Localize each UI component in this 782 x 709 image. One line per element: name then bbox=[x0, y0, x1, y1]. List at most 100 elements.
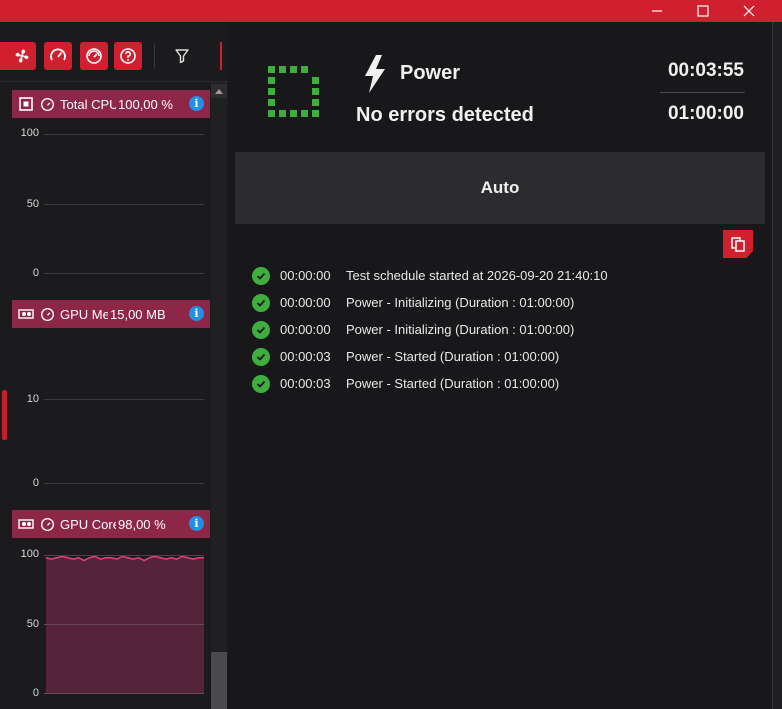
tick-label: 10 bbox=[26, 393, 39, 405]
monitor-card-header-gpu-core[interactable]: GPU Core 98,00 % i bbox=[12, 510, 210, 538]
status-square bbox=[268, 88, 275, 95]
status-square bbox=[279, 66, 286, 73]
log-message: Power - Initializing (Duration : 01:00:0… bbox=[346, 322, 575, 337]
status-square bbox=[268, 77, 275, 84]
status-square bbox=[268, 110, 275, 117]
scroll-up-button[interactable] bbox=[211, 84, 227, 98]
gauge-icon bbox=[39, 306, 55, 322]
test-title: Power bbox=[400, 62, 461, 84]
minimize-button[interactable] bbox=[634, 0, 680, 22]
maximize-button[interactable] bbox=[680, 0, 726, 22]
monitor-card-header-cpu[interactable]: Total CPU 100,00 % i bbox=[12, 90, 210, 118]
monitor-value: 98,00 % bbox=[118, 516, 166, 532]
filter-button[interactable] bbox=[168, 42, 196, 70]
gridline bbox=[44, 399, 204, 400]
gridline bbox=[44, 693, 204, 694]
copy-log-button[interactable] bbox=[723, 230, 753, 258]
status-square bbox=[268, 99, 275, 106]
monitor-chart-gpu-memory: 10 0 bbox=[12, 328, 210, 498]
gridline bbox=[44, 204, 204, 205]
monitor-label: GPU Memory bbox=[60, 306, 108, 322]
mode-button[interactable]: Auto bbox=[235, 152, 765, 224]
log-time: 00:00:00 bbox=[280, 268, 331, 283]
status-square bbox=[290, 110, 297, 117]
status-message: No errors detected bbox=[356, 104, 534, 126]
log-row: 00:00:00 Power - Initializing (Duration … bbox=[250, 316, 730, 343]
info-icon[interactable]: i bbox=[189, 96, 204, 111]
log-time: 00:00:00 bbox=[280, 295, 331, 310]
tick-label: 0 bbox=[32, 477, 39, 489]
monitor-value: 100,00 % bbox=[118, 96, 173, 112]
log-message: Power - Initializing (Duration : 01:00:0… bbox=[346, 295, 575, 310]
status-square bbox=[312, 99, 319, 106]
monitor-card-header-gpu-memory[interactable]: GPU Memory 15,00 MB i bbox=[12, 300, 210, 328]
log-time: 00:00:00 bbox=[280, 322, 331, 337]
toolbar-edge bbox=[220, 42, 222, 70]
gauge-icon bbox=[50, 48, 66, 61]
log-message: Test schedule started at 2026-09-20 21:4… bbox=[346, 268, 608, 283]
monitor-chart-cpu: 100 50 0 bbox=[12, 118, 210, 288]
help-button[interactable] bbox=[114, 42, 142, 70]
toolbar-divider bbox=[154, 44, 155, 68]
mode-label: Auto bbox=[480, 178, 520, 197]
copy-icon bbox=[731, 237, 745, 252]
monitor-chart-gpu-core: 100 50 0 bbox=[12, 538, 210, 709]
maximize-icon bbox=[697, 5, 709, 17]
filter-icon bbox=[175, 49, 189, 64]
info-icon[interactable]: i bbox=[189, 306, 204, 321]
close-icon bbox=[743, 5, 755, 17]
fan-button[interactable] bbox=[8, 42, 36, 70]
gauge-icon bbox=[39, 516, 55, 532]
chevron-up-icon bbox=[215, 89, 223, 94]
check-circle-icon bbox=[252, 266, 270, 285]
tick-label: 50 bbox=[26, 618, 39, 630]
timer-divider bbox=[660, 92, 745, 93]
gauge-icon bbox=[39, 96, 55, 112]
check-circle-icon bbox=[252, 320, 270, 339]
gridline bbox=[44, 624, 204, 625]
monitor-value: 15,00 MB bbox=[110, 306, 166, 322]
panel-edge bbox=[772, 22, 782, 709]
info-icon[interactable]: i bbox=[189, 516, 204, 531]
tick-label: 0 bbox=[32, 687, 39, 699]
scrollbar-thumb[interactable] bbox=[211, 652, 227, 709]
fan-icon bbox=[15, 49, 29, 63]
check-circle-icon bbox=[252, 293, 270, 312]
log-message: Power - Started (Duration : 01:00:00) bbox=[346, 376, 560, 391]
gridline bbox=[44, 483, 204, 484]
help-icon bbox=[120, 48, 136, 64]
selection-indicator bbox=[2, 390, 7, 440]
monitor-toolbar bbox=[0, 22, 228, 82]
close-button[interactable] bbox=[726, 0, 772, 22]
speedometer-button[interactable] bbox=[80, 42, 108, 70]
log-row: 00:00:00 Power - Initializing (Duration … bbox=[250, 289, 730, 316]
log-row: 00:00:00 Test schedule started at 2026-0… bbox=[250, 262, 730, 289]
monitor-label: Total CPU bbox=[60, 96, 116, 112]
gpu-icon bbox=[18, 516, 34, 532]
status-square bbox=[301, 66, 308, 73]
gauge-button[interactable] bbox=[44, 42, 72, 70]
status-square bbox=[312, 77, 319, 84]
log-time: 00:00:03 bbox=[280, 376, 331, 391]
status-square bbox=[301, 110, 308, 117]
tick-label: 0 bbox=[32, 267, 39, 279]
status-square bbox=[312, 88, 319, 95]
tick-label: 50 bbox=[26, 198, 39, 210]
minimize-icon bbox=[652, 10, 662, 12]
log-message: Power - Started (Duration : 01:00:00) bbox=[346, 349, 560, 364]
log-row: 00:00:03 Power - Started (Duration : 01:… bbox=[250, 370, 730, 397]
event-log: 00:00:00 Test schedule started at 2026-0… bbox=[250, 262, 730, 397]
check-circle-icon bbox=[252, 374, 270, 393]
gridline bbox=[44, 273, 204, 274]
gridline bbox=[44, 555, 204, 556]
speedometer-icon bbox=[86, 48, 102, 64]
monitor-scrollbar[interactable] bbox=[211, 82, 227, 709]
lightning-icon bbox=[365, 55, 385, 93]
status-square bbox=[268, 66, 275, 73]
gpu-icon bbox=[18, 306, 34, 322]
cpu-icon bbox=[18, 96, 34, 112]
gridline bbox=[44, 134, 204, 135]
check-circle-icon bbox=[252, 347, 270, 366]
monitor-label: GPU Core bbox=[60, 516, 116, 532]
log-time: 00:00:03 bbox=[280, 349, 331, 364]
